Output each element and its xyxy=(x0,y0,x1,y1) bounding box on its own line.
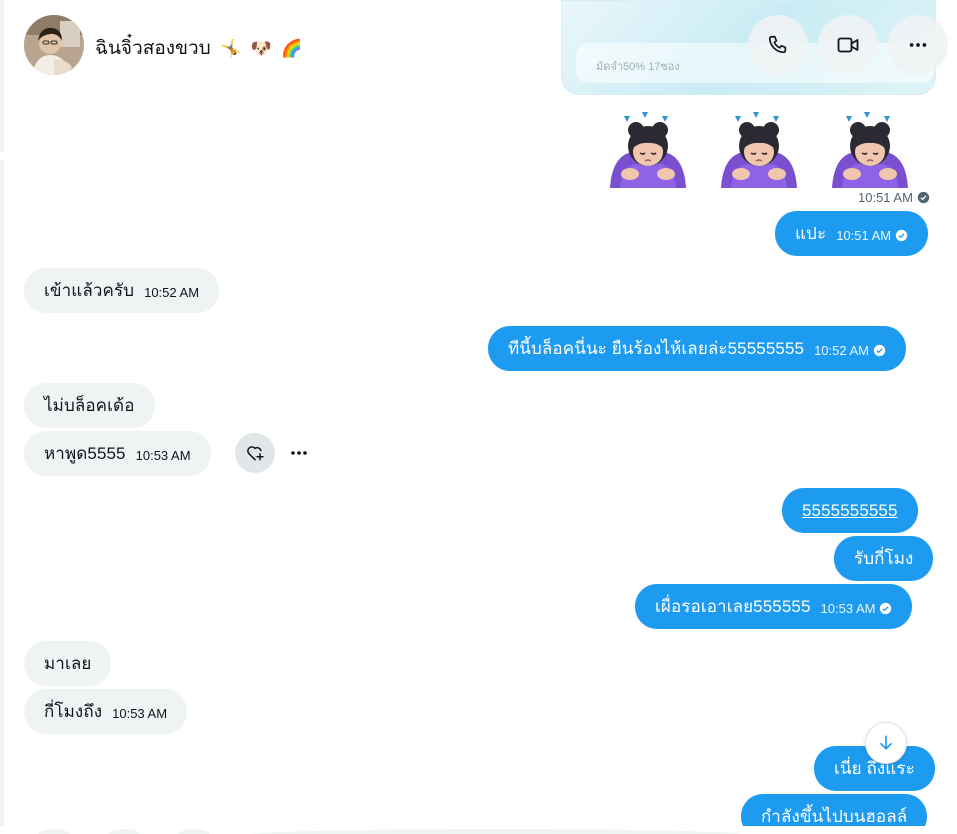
conversation-header: ฉินจิ๋วสองขวบ 🤸 🐶 🌈 xyxy=(0,0,957,100)
more-icon xyxy=(291,451,307,455)
contact-avatar[interactable] xyxy=(24,15,84,75)
message-link-text[interactable]: 5555555555 xyxy=(802,501,898,521)
message-text: เผื่อรอเอาเลย555555 xyxy=(655,597,811,616)
read-check-icon xyxy=(895,229,908,241)
message-timestamp: 10:52 AM xyxy=(814,340,886,358)
composer-input[interactable] xyxy=(248,829,748,834)
message-bubble-incoming[interactable]: หาพูด5555 10:53 AM xyxy=(24,431,211,476)
bowing-woman-sticker[interactable] xyxy=(717,108,801,190)
message-text: เข้าแล้วครับ xyxy=(44,281,135,300)
message-bubble-incoming[interactable]: มาเลย xyxy=(24,641,112,686)
message-time-text: 10:53 AM xyxy=(820,600,876,616)
message-text: ไม่บล็อคเด้อ xyxy=(44,396,135,415)
phone-icon xyxy=(768,35,787,54)
dog-face-emoji: 🐶 xyxy=(250,38,272,59)
message-time-text: 10:51 AM xyxy=(836,227,892,243)
composer-bar xyxy=(0,826,957,834)
message-bubble-incoming[interactable]: กี่โมงถึง 10:53 AM xyxy=(24,689,188,734)
sticker-row xyxy=(606,108,916,190)
message-text: รับกี่โมง xyxy=(854,549,914,568)
video-icon xyxy=(837,37,859,53)
read-check-icon xyxy=(873,344,886,356)
message-text: มาเลย xyxy=(44,654,92,673)
more-options-button[interactable] xyxy=(888,15,948,75)
read-check-icon xyxy=(917,191,930,204)
bowing-woman-sticker[interactable] xyxy=(606,108,690,190)
message-timestamp: 10:53 AM xyxy=(112,705,168,721)
composer-media-button[interactable] xyxy=(38,829,70,834)
message-timestamp: 10:51 AM xyxy=(836,225,908,243)
contact-name[interactable]: ฉินจิ๋วสองขวบ 🤸 🐶 🌈 xyxy=(95,33,302,63)
message-text: กี่โมงถึง xyxy=(44,702,103,721)
video-call-button[interactable] xyxy=(818,15,878,75)
message-bubble-outgoing[interactable]: 5555555555 xyxy=(782,488,918,533)
composer-gif-button[interactable] xyxy=(108,829,140,834)
message-bubble-outgoing[interactable]: ทีนี้บล็อคนี่นะ ยืนร้องไห้เลยล่ะ55555555… xyxy=(488,326,907,371)
message-bubble-incoming[interactable]: เข้าแล้วครับ 10:52 AM xyxy=(24,268,220,313)
message-text: ทีนี้บล็อคนี่นะ ยืนร้องไห้เลยล่ะ55555555 xyxy=(508,339,805,358)
message-timestamp: 10:52 AM xyxy=(144,284,200,300)
voice-call-button[interactable] xyxy=(748,15,808,75)
message-bubble-outgoing[interactable]: เผื่อรอเอาเลย555555 10:53 AM xyxy=(635,584,913,629)
message-text: แปะ xyxy=(795,224,827,243)
gymnast-emoji: 🤸 xyxy=(220,38,242,59)
arrow-down-icon xyxy=(880,735,892,750)
message-bubble-outgoing[interactable]: รับกี่โมง xyxy=(834,536,934,581)
scroll-to-bottom-button[interactable] xyxy=(865,722,907,764)
message-more-button[interactable] xyxy=(282,443,316,463)
message-time-text: 10:52 AM xyxy=(814,342,870,358)
rainbow-emoji: 🌈 xyxy=(280,38,303,59)
contact-name-text: ฉินจิ๋วสองขวบ xyxy=(95,38,211,59)
more-icon xyxy=(909,43,927,47)
heart-plus-icon xyxy=(247,446,264,461)
message-bubble-incoming[interactable]: ไม่บล็อคเด้อ xyxy=(24,383,155,428)
sticker-time-text: 10:51 AM xyxy=(858,190,913,205)
left-panel-border xyxy=(0,0,4,834)
composer-emoji-button[interactable] xyxy=(178,829,210,834)
sticker-timestamp: 10:51 AM xyxy=(858,190,930,205)
read-check-icon xyxy=(880,602,892,614)
message-timestamp: 10:53 AM xyxy=(821,598,893,616)
bowing-woman-sticker[interactable] xyxy=(828,108,912,190)
message-text: หาพูด5555 xyxy=(44,444,126,463)
message-bubble-outgoing[interactable]: แปะ 10:51 AM xyxy=(775,211,929,256)
add-reaction-button[interactable] xyxy=(235,433,275,473)
message-timestamp: 10:53 AM xyxy=(135,447,191,463)
